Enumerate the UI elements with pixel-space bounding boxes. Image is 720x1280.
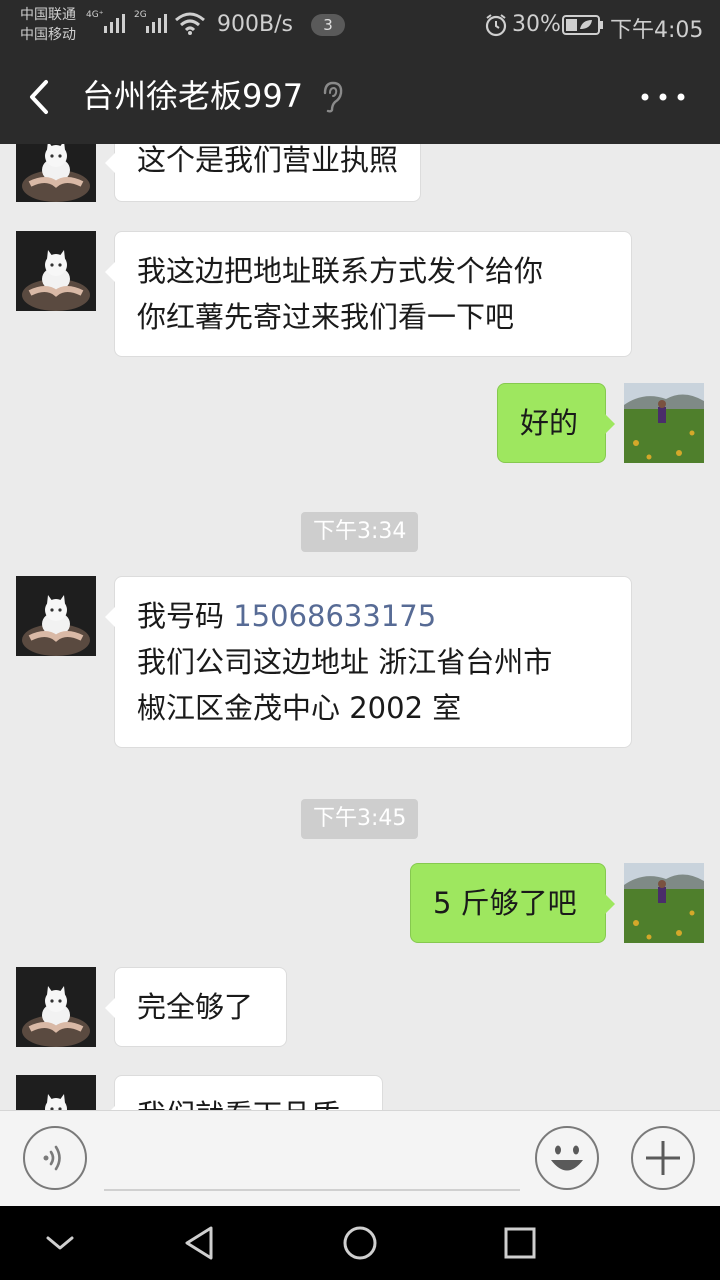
message-text: 我们公司这边地址 浙江省台州市 (137, 645, 553, 679)
carrier-2: 中国移动 (20, 27, 76, 43)
message-text: 完全够了 (137, 990, 254, 1024)
wechat-chat-screen: 中国联通 中国移动 4G⁺ 2G 900B/s 3 30% 下午4:05 台州徐… (0, 0, 720, 1280)
signal-icon (104, 14, 125, 33)
kitten-avatar-icon (16, 967, 96, 1047)
more-options-button[interactable] (636, 80, 690, 114)
message-text: 5 斤够了吧 (433, 886, 577, 920)
message-bubble-incoming[interactable]: 完全够了 (105, 967, 287, 1047)
message-text: 这个是我们营业执照 (137, 144, 399, 177)
status-bar: 中国联通 中国移动 4G⁺ 2G 900B/s 3 30% 下午4:05 (0, 0, 720, 50)
contact-avatar[interactable] (16, 967, 96, 1047)
ear-receiver-mode-icon (323, 81, 343, 113)
kitten-avatar-icon (16, 576, 96, 656)
message-text: 椒江区金茂中心 2002 室 (137, 691, 462, 725)
field-photo-avatar-icon (624, 383, 704, 463)
phone-number-link[interactable]: 15068633175 (233, 599, 436, 633)
my-avatar[interactable] (624, 383, 704, 463)
message-bubble-incoming[interactable]: 这个是我们营业执照 (104, 144, 422, 202)
timestamp: 下午3:34 (301, 512, 419, 552)
clock: 下午4:05 (610, 18, 704, 43)
kitten-avatar-icon (16, 231, 96, 311)
message-list[interactable]: 这个是我们营业执照 我这边把地址联系方式发个给你 你红薯先寄过来我们看一下吧 好… (0, 144, 720, 1110)
contact-avatar[interactable] (16, 1075, 96, 1110)
message-bubble-incoming[interactable]: 我号码 15068633175 我们公司这边地址 浙江省台州市 椒江区金茂中心 … (105, 576, 632, 748)
chat-header: 台州徐老板997 (0, 50, 720, 144)
battery-icon (562, 15, 603, 35)
chat-title: 台州徐老板997 (82, 77, 304, 115)
carrier-1: 中国联通 (20, 7, 76, 23)
kitten-avatar-icon (16, 1075, 96, 1110)
message-bubble-incoming[interactable]: 我们就看下品质 (105, 1075, 383, 1110)
contact-avatar[interactable] (16, 144, 96, 202)
my-avatar[interactable] (624, 863, 704, 943)
system-navigation-bar (0, 1206, 720, 1280)
timestamp: 下午3:45 (301, 799, 419, 839)
emoji-button[interactable] (534, 1125, 600, 1191)
notification-count-badge: 3 (311, 14, 345, 36)
message-text: 我号码 (137, 599, 234, 633)
alarm-icon (485, 14, 507, 37)
message-input-bar (0, 1110, 720, 1206)
message-text: 我这边把地址联系方式发个给你 (137, 254, 544, 288)
message-line: 我号码 15068633175 (137, 593, 609, 639)
nav-back-icon[interactable] (180, 1223, 220, 1263)
network-type-1: 4G⁺ (86, 10, 104, 20)
nav-recents-icon[interactable] (500, 1223, 540, 1263)
carrier-names: 中国联通 中国移动 (20, 5, 76, 45)
wifi-icon (175, 12, 205, 35)
message-text: 我们就看下品质 (137, 1092, 360, 1110)
contact-avatar[interactable] (16, 576, 96, 656)
message-bubble-outgoing[interactable]: 好的 (497, 383, 615, 463)
kitten-avatar-icon (16, 144, 96, 202)
message-bubble-incoming[interactable]: 我这边把地址联系方式发个给你 你红薯先寄过来我们看一下吧 (105, 231, 632, 357)
message-bubble-outgoing[interactable]: 5 斤够了吧 (410, 863, 615, 943)
net-speed: 900B/s (217, 12, 293, 37)
voice-input-button[interactable] (22, 1125, 88, 1191)
contact-avatar[interactable] (16, 231, 96, 311)
message-text: 好的 (520, 406, 579, 440)
battery-percent: 30% (512, 12, 561, 37)
back-button[interactable] (18, 72, 62, 122)
message-text-input[interactable] (104, 1125, 520, 1191)
message-text: 你红薯先寄过来我们看一下吧 (137, 300, 515, 334)
nav-home-icon[interactable] (340, 1223, 380, 1263)
field-photo-avatar-icon (624, 863, 704, 943)
signal-icon (146, 14, 167, 33)
more-functions-plus-button[interactable] (630, 1125, 696, 1191)
hide-keyboard-chevron-icon[interactable] (40, 1223, 80, 1263)
